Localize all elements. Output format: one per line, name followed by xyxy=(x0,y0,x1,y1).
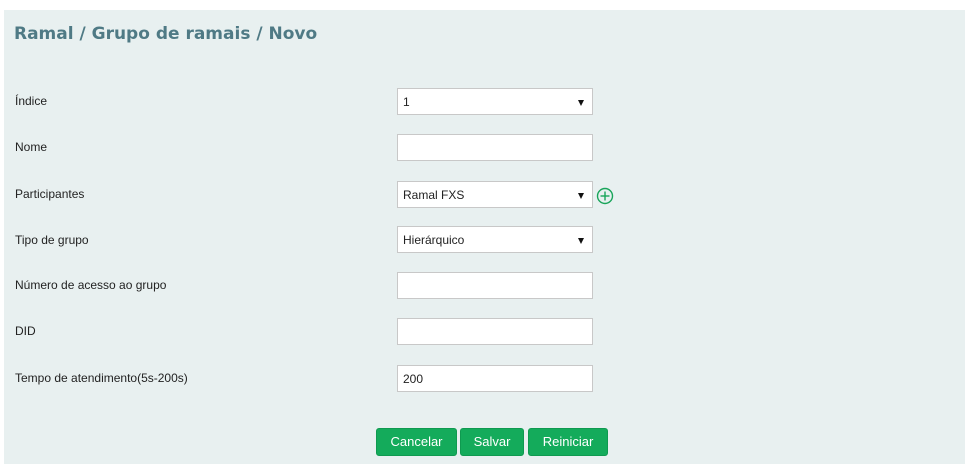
numero-acesso-label: Número de acesso ao grupo xyxy=(15,278,167,292)
tipo-grupo-select-value: Hierárquico xyxy=(403,233,465,247)
tipo-grupo-select[interactable]: Hierárquico xyxy=(397,226,593,253)
indice-select[interactable]: 1 xyxy=(397,88,593,115)
participantes-select[interactable]: Ramal FXS xyxy=(397,181,593,208)
reset-button[interactable]: Reiniciar xyxy=(528,428,608,456)
tipo-grupo-label: Tipo de grupo xyxy=(15,233,89,247)
indice-select-value: 1 xyxy=(403,95,410,109)
numero-acesso-input[interactable] xyxy=(397,272,593,299)
participantes-select-value: Ramal FXS xyxy=(403,188,465,202)
tempo-atendimento-label: Tempo de atendimento(5s-200s) xyxy=(15,371,188,385)
form-panel: Ramal / Grupo de ramais / Novo Índice 1 … xyxy=(4,10,965,464)
participantes-label: Participantes xyxy=(15,187,85,201)
dropdown-arrow-icon xyxy=(578,100,584,106)
save-button[interactable]: Salvar xyxy=(460,428,524,456)
dropdown-arrow-icon xyxy=(578,238,584,244)
did-label: DID xyxy=(15,324,36,338)
indice-label: Índice xyxy=(15,94,48,108)
dropdown-arrow-icon xyxy=(578,193,584,199)
did-input[interactable] xyxy=(397,318,593,345)
tempo-atendimento-input[interactable] xyxy=(397,365,593,392)
cancel-button[interactable]: Cancelar xyxy=(376,428,457,456)
nome-label: Nome xyxy=(15,140,48,154)
plus-circle-icon[interactable] xyxy=(596,187,614,205)
page-title: Ramal / Grupo de ramais / Novo xyxy=(14,24,318,44)
nome-input[interactable] xyxy=(397,134,593,161)
